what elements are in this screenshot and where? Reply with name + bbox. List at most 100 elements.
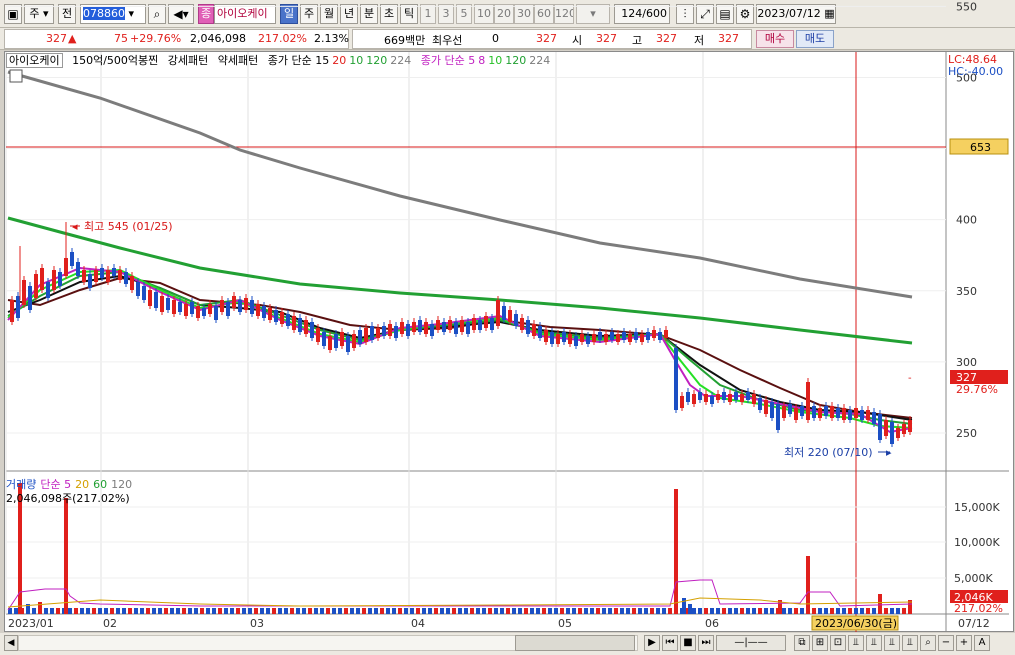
candle-body <box>436 320 440 330</box>
volume-bar <box>44 608 48 614</box>
candle-body <box>818 408 822 418</box>
candle-body <box>10 300 14 322</box>
volume-bar <box>416 608 420 614</box>
price-tick-label: 250 <box>956 427 977 440</box>
volume-bar <box>530 608 534 614</box>
volume-bar <box>644 608 648 614</box>
volume-bar <box>794 608 798 614</box>
candle-body <box>280 312 284 324</box>
candle-body <box>586 336 590 344</box>
legend-ma1: 종가 단순 15 <box>267 54 330 67</box>
volume-bar <box>878 594 882 614</box>
candle-body <box>190 302 194 314</box>
volume-bar <box>452 608 456 614</box>
volume-bar <box>866 608 870 614</box>
zoom-in-icon[interactable]: + <box>956 635 972 651</box>
volume-tick-label: 10,000K <box>954 536 1000 549</box>
candle-body <box>716 394 720 400</box>
tool7-icon[interactable]: ⫫ <box>902 635 918 651</box>
volume-bar <box>50 608 54 614</box>
search-zoom-icon[interactable]: ⌕ <box>920 635 936 651</box>
candle-body <box>722 392 726 400</box>
volume-bar <box>848 608 852 614</box>
volume-bar <box>668 608 672 614</box>
tool1-icon[interactable]: ⧉ <box>794 635 810 651</box>
volume-bar <box>698 608 702 614</box>
play-icon[interactable]: ▶ <box>644 635 660 651</box>
candle-body <box>70 252 74 266</box>
volume-legend-value: 2,046,098주(217.02%) <box>6 492 130 505</box>
candle-body <box>652 330 656 338</box>
rewind-icon[interactable]: ⏮ <box>662 635 678 651</box>
candle-body <box>478 320 482 330</box>
candle-body <box>322 332 326 346</box>
volume-bar <box>548 608 552 614</box>
volume-bar <box>854 608 858 614</box>
legend-ma2-10: 10 <box>488 54 503 67</box>
volume-bar <box>542 608 546 614</box>
candle-body <box>622 332 626 340</box>
legend-ma2-224: 224 <box>529 54 551 67</box>
legend-pattern: 150억/500억봉찐 <box>72 54 159 67</box>
volume-bar <box>476 608 480 614</box>
candle-body <box>866 410 870 420</box>
tool4-icon[interactable]: ⫫ <box>848 635 864 651</box>
price-volume-chart[interactable]: 700650600550500450400350300250LC:48.64HC… <box>0 0 1015 655</box>
candle-body <box>316 328 320 342</box>
candle-body <box>824 406 828 416</box>
zoom-out-icon[interactable]: − <box>938 635 954 651</box>
time-axis-label: 2023/01 <box>8 617 54 630</box>
candle-body <box>634 332 638 340</box>
volume-bar <box>374 608 378 614</box>
stop-icon[interactable]: ■ <box>680 635 696 651</box>
candle-body <box>160 296 164 312</box>
volume-bar <box>704 608 708 614</box>
candle-body <box>238 300 242 312</box>
time-axis-label: 02 <box>103 617 117 630</box>
candle-body <box>764 400 768 414</box>
candle-body <box>394 326 398 338</box>
scroll-left-icon[interactable]: ◀ <box>4 635 18 651</box>
legend-ma2-120: 120 <box>505 54 527 67</box>
volume-bar <box>266 608 270 614</box>
tool6-icon[interactable]: ⫫ <box>884 635 900 651</box>
candle-body <box>878 414 882 440</box>
candle-body <box>466 322 470 334</box>
volume-bar <box>134 608 138 614</box>
candle-body <box>728 394 732 402</box>
volume-bar <box>758 608 762 614</box>
volume-bar <box>500 608 504 614</box>
volume-ma20-line <box>7 597 913 608</box>
candle-body <box>148 290 152 306</box>
candle-body <box>328 336 332 350</box>
tool2-icon[interactable]: ⊞ <box>812 635 828 651</box>
candle-body <box>776 404 780 430</box>
zoom-slider[interactable]: —|—— <box>716 635 786 651</box>
volume-bar <box>164 608 168 614</box>
volume-bar <box>638 608 642 614</box>
candle-body <box>166 298 170 310</box>
scroll-thumb[interactable] <box>515 635 635 651</box>
candle-body <box>58 272 62 286</box>
text-size-icon[interactable]: A <box>974 635 990 651</box>
candle-body <box>526 320 530 334</box>
forward-icon[interactable]: ⏭ <box>698 635 714 651</box>
volume-bar <box>682 598 686 614</box>
candle-body <box>628 334 632 342</box>
candle-body <box>758 398 762 410</box>
candle-body <box>664 330 668 338</box>
tool3-icon[interactable]: ⊡ <box>830 635 846 651</box>
candle-body <box>184 304 188 316</box>
candle-body <box>52 270 56 290</box>
tool5-icon[interactable]: ⫫ <box>866 635 882 651</box>
volume-bar <box>746 608 750 614</box>
candle-body <box>460 320 464 332</box>
volume-bar <box>398 608 402 614</box>
hc-label: HC:-40.00 <box>948 65 1003 78</box>
candle-body <box>896 428 900 438</box>
high-annotation: 최고 545 (01/25) <box>84 220 173 233</box>
candle-body <box>788 404 792 414</box>
candle-body <box>472 318 476 330</box>
volume-bar <box>782 608 786 614</box>
volume-bar <box>236 608 240 614</box>
